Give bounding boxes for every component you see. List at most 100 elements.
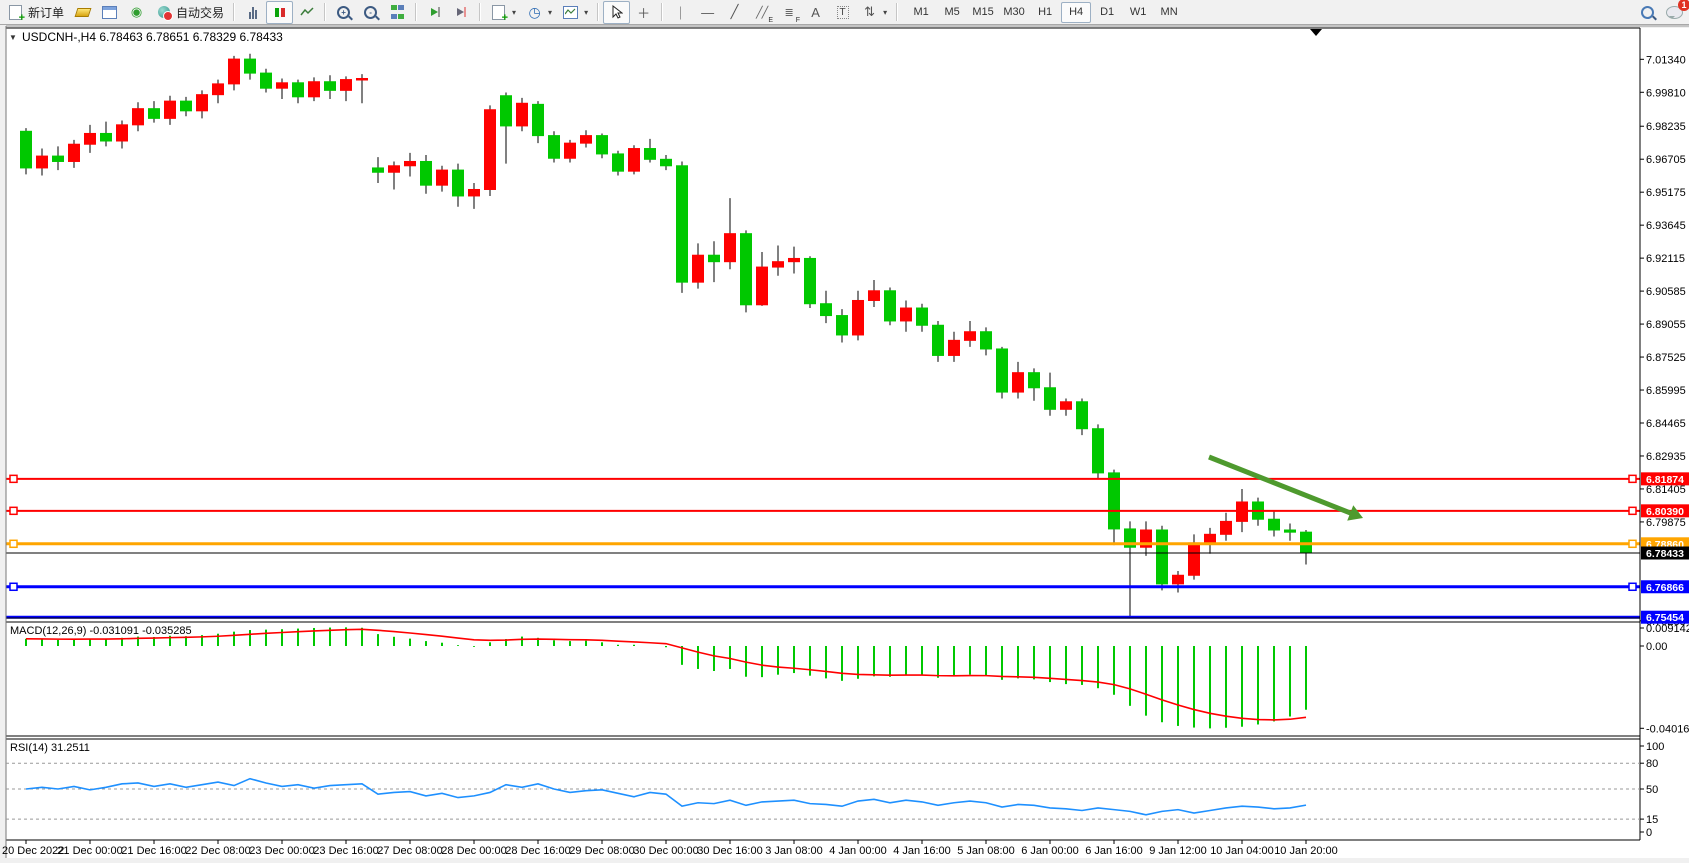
candle-body-down xyxy=(21,131,32,168)
price-axis-label: 6.87525 xyxy=(1646,352,1686,364)
time-axis-label: 21 Dec 00:00 xyxy=(57,845,122,857)
timeframe-button-m15[interactable]: M15 xyxy=(968,2,998,23)
candlestick-mode-button[interactable] xyxy=(266,1,293,24)
time-axis-label: 27 Dec 08:00 xyxy=(377,845,442,857)
time-axis-label: 5 Jan 08:00 xyxy=(957,845,1015,857)
candle-body-up xyxy=(197,95,208,111)
add-indicator-icon: + xyxy=(490,4,507,21)
price-axis-label: 6.85995 xyxy=(1646,385,1686,397)
period-menu-button[interactable]: ◷▾ xyxy=(521,1,557,24)
tile-windows-button[interactable] xyxy=(384,1,411,24)
candle-body-down xyxy=(293,83,304,97)
toolbar-separator xyxy=(233,3,235,21)
candle-body-down xyxy=(645,149,656,160)
vertical-line-tool-button[interactable]: ｜ xyxy=(667,1,694,24)
hline-handle[interactable] xyxy=(10,583,17,590)
candle-body-down xyxy=(885,291,896,321)
fibonacci-tool-button[interactable]: ≣F xyxy=(775,1,802,24)
timeframe-button-m1[interactable]: M1 xyxy=(906,2,936,23)
timeframe-button-d1[interactable]: D1 xyxy=(1092,2,1122,23)
add-indicator-button[interactable]: +▾ xyxy=(485,1,521,24)
hline-handle[interactable] xyxy=(10,507,17,514)
candle-body-up xyxy=(869,291,880,301)
chart-canvas[interactable]: 7.013406.998106.982356.967056.951756.936… xyxy=(0,0,1689,863)
candle-body-down xyxy=(997,349,1008,392)
auto-trading-button[interactable]: 自动交易 xyxy=(150,1,229,24)
text-label-tool-button[interactable]: T xyxy=(829,1,856,24)
candle-body-up xyxy=(789,258,800,261)
svg-text:6.80390: 6.80390 xyxy=(1646,506,1684,518)
timeframe-switcher: M1M5M15M30H1H4D1W1MN xyxy=(906,2,1184,23)
svg-text:6.81874: 6.81874 xyxy=(1646,474,1684,486)
candle-body-up xyxy=(469,189,480,195)
toolbar-separator xyxy=(479,3,481,21)
shapes-tool-button[interactable]: ⇅▾ xyxy=(856,1,892,24)
chevron-down-icon: ▾ xyxy=(512,8,516,17)
template-menu-button[interactable]: ▾ xyxy=(557,1,593,24)
candle-body-down xyxy=(821,304,832,316)
chat-icon[interactable]: 1 xyxy=(1666,4,1683,21)
new-chart-button[interactable] xyxy=(96,1,123,24)
macd-pane[interactable] xyxy=(6,622,1640,736)
macd-axis-label: 0.009142 xyxy=(1646,623,1689,635)
timeframe-button-w1[interactable]: W1 xyxy=(1123,2,1153,23)
hline-handle[interactable] xyxy=(10,540,17,547)
gold-button[interactable] xyxy=(69,1,96,24)
horizontal-line-icon: — xyxy=(699,4,716,21)
time-axis-label: 22 Dec 08:00 xyxy=(185,845,250,857)
candle-body-up xyxy=(37,156,48,168)
candle-body-down xyxy=(1269,519,1280,530)
hline-handle[interactable] xyxy=(1629,475,1636,482)
zoom-in-button[interactable]: + xyxy=(330,1,357,24)
time-axis-label: 4 Jan 16:00 xyxy=(893,845,951,857)
macd-axis-label: -0.040162 xyxy=(1646,723,1689,735)
new-order-button[interactable]: + 新订单 xyxy=(2,1,69,24)
candlestick-icon xyxy=(271,5,288,19)
time-axis-label: 6 Jan 16:00 xyxy=(1085,845,1143,857)
timeframe-button-h1[interactable]: H1 xyxy=(1030,2,1060,23)
symbol-dropdown-icon[interactable]: ▼ xyxy=(9,33,17,42)
shapes-icon: ⇅ xyxy=(861,4,878,21)
autotrade-globe-icon xyxy=(155,4,172,21)
candle-body-up xyxy=(901,308,912,321)
timeframe-button-m30[interactable]: M30 xyxy=(999,2,1029,23)
price-axis-label: 6.96705 xyxy=(1646,154,1686,166)
text-tool-button[interactable]: A xyxy=(802,1,829,24)
fibonacci-icon: ≣F xyxy=(780,4,797,21)
candle-body-down xyxy=(1157,530,1168,584)
timeframe-button-h4[interactable]: H4 xyxy=(1061,2,1091,23)
main-price-pane[interactable] xyxy=(6,28,1640,618)
line-chart-mode-button[interactable] xyxy=(293,1,320,24)
zoom-out-button[interactable]: - xyxy=(357,1,384,24)
price-axis-label: 6.98235 xyxy=(1646,121,1686,133)
cursor-tool-button[interactable] xyxy=(603,1,630,24)
hline-handle[interactable] xyxy=(1629,540,1636,547)
auto-scroll-button[interactable] xyxy=(421,1,448,24)
zoom-out-icon: - xyxy=(362,4,379,21)
timeframe-button-mn[interactable]: MN xyxy=(1154,2,1184,23)
candle-body-up xyxy=(69,144,80,161)
bar-chart-mode-button[interactable] xyxy=(239,1,266,24)
time-axis-label: 20 Dec 2022 xyxy=(2,845,64,857)
timeframe-button-m5[interactable]: M5 xyxy=(937,2,967,23)
candle-body-down xyxy=(917,308,928,325)
channel-tool-button[interactable]: ╱╱E xyxy=(748,1,775,24)
hline-handle[interactable] xyxy=(1629,507,1636,514)
candle-body-down xyxy=(805,258,816,303)
trendline-tool-button[interactable]: ╱ xyxy=(721,1,748,24)
candle-body-up xyxy=(581,136,592,144)
price-axis-label: 6.79875 xyxy=(1646,517,1686,529)
candle-body-down xyxy=(1109,473,1120,529)
hline-handle[interactable] xyxy=(10,475,17,482)
signals-button[interactable]: ◉ xyxy=(123,1,150,24)
time-axis-label: 3 Jan 08:00 xyxy=(765,845,823,857)
candle-body-down xyxy=(549,136,560,159)
candle-body-down xyxy=(981,332,992,349)
svg-text:6.76866: 6.76866 xyxy=(1646,582,1684,594)
toolbar-separator xyxy=(415,3,417,21)
hline-handle[interactable] xyxy=(1629,583,1636,590)
chart-shift-button[interactable] xyxy=(448,1,475,24)
crosshair-tool-button[interactable]: ＋ xyxy=(630,1,657,24)
search-icon[interactable] xyxy=(1639,4,1656,21)
horizontal-line-tool-button[interactable]: — xyxy=(694,1,721,24)
